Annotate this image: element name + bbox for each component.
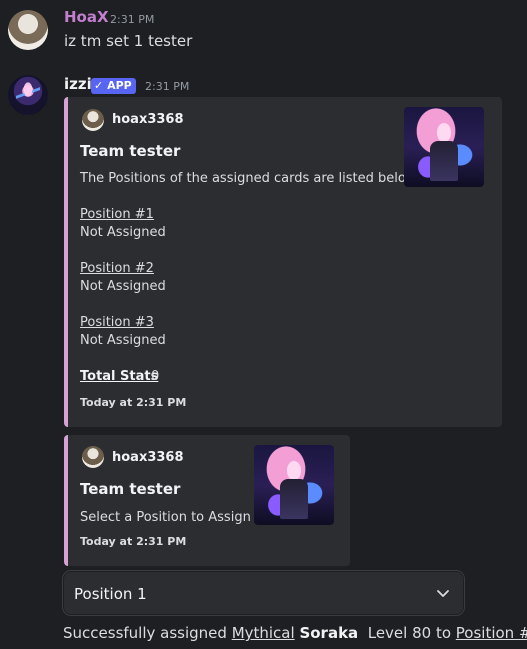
select-embed: hoax3368 Team tester Select a Position t… — [64, 435, 350, 566]
position-select[interactable]: Position 1 — [62, 570, 465, 616]
total-stats-value: 0 — [151, 369, 160, 384]
result-level: Level 80 to — [362, 624, 456, 642]
embed-description: The Positions of the assigned cards are … — [80, 171, 420, 186]
chevron-down-icon — [437, 590, 449, 597]
team-embed: hoax3368 Team tester The Positions of th… — [64, 97, 502, 427]
bot-name[interactable]: izzi — [64, 75, 92, 93]
select-value: Position 1 — [74, 585, 147, 603]
app-badge-label: APP — [107, 79, 132, 92]
card-name: Soraka — [299, 624, 359, 642]
app-badge: ✓ APP — [91, 78, 136, 94]
bot-avatar[interactable] — [8, 75, 48, 115]
card-thumbnail[interactable] — [404, 107, 484, 187]
avatar[interactable] — [8, 10, 48, 50]
position-1-value: Not Assigned — [80, 225, 166, 240]
total-stats-label: Total Stats — [80, 369, 159, 384]
timestamp: 2:31 PM — [145, 80, 190, 93]
embed-footer: Today at 2:31 PM — [80, 396, 187, 409]
embed-author-avatar — [82, 446, 104, 468]
embed-author-avatar — [82, 109, 104, 131]
card-thumbnail[interactable] — [254, 445, 334, 525]
message-text: iz tm set 1 tester — [64, 32, 193, 50]
position-link: Position #1 — [455, 624, 527, 642]
embed-title: Team tester — [80, 142, 181, 160]
embed-description: Select a Position to Assign — [80, 510, 251, 525]
position-2-value: Not Assigned — [80, 279, 166, 294]
timestamp: 2:31 PM — [110, 13, 155, 26]
embed-author: hoax3368 — [112, 112, 184, 127]
result-prefix: Successfully assigned — [63, 624, 232, 642]
rarity-link: Mythical — [231, 624, 295, 642]
author-name[interactable]: HoaX — [64, 8, 109, 26]
embed-title: Team tester — [80, 480, 181, 498]
position-1-label: Position #1 — [80, 207, 154, 222]
embed-footer: Today at 2:31 PM — [80, 535, 187, 548]
position-2-label: Position #2 — [80, 261, 154, 276]
position-3-value: Not Assigned — [80, 333, 166, 348]
check-icon: ✓ — [94, 79, 104, 92]
result-message: Successfully assigned Mythical Soraka Le… — [63, 624, 527, 642]
position-3-label: Position #3 — [80, 315, 154, 330]
embed-author: hoax3368 — [112, 450, 184, 465]
